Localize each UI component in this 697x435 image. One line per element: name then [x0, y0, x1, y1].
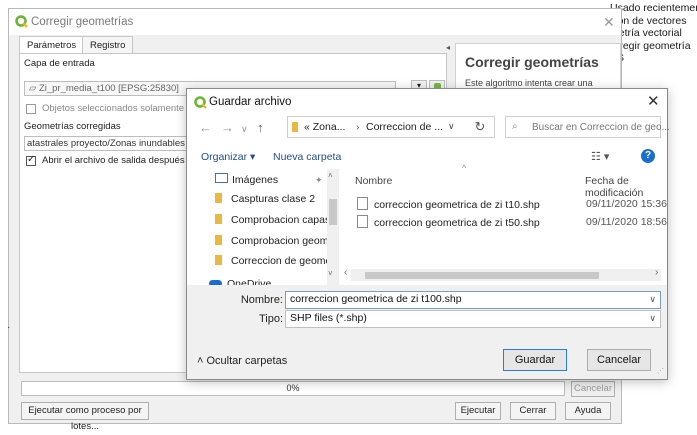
chevron-up-icon: ˄ — [197, 355, 204, 367]
save-dialog-title: Guardar archivo — [209, 96, 292, 108]
selected-only-checkbox[interactable] — [26, 104, 36, 114]
background-item[interactable]: metría vectorial — [610, 27, 697, 40]
organize-menu[interactable]: Organizar ▾ — [201, 151, 255, 163]
help-title: Corregir geometrías — [465, 54, 599, 70]
column-header-name[interactable]: Nombre — [355, 175, 392, 187]
folder-icon — [215, 255, 222, 265]
refresh-icon[interactable]: ↻ — [467, 116, 493, 138]
progress-bar: 0% — [21, 381, 565, 396]
nav-item-folder[interactable]: Correccion de geometr — [215, 255, 333, 275]
breadcrumb-item[interactable]: « Zona... — [304, 121, 345, 133]
address-bar[interactable]: « Zona... › Correccion de ... ∨ — [287, 116, 495, 138]
input-layer-value: Zi_pr_media_t100 [EPSG:25830] — [38, 83, 179, 94]
background-item[interactable]: A — [610, 65, 697, 78]
output-label: Geometrías corregidas — [24, 121, 121, 132]
input-layer-label: Capa de entrada — [24, 58, 95, 69]
close-icon[interactable]: ✕ — [603, 14, 615, 31]
checkmark-icon: ✓ — [27, 154, 36, 165]
background-item[interactable]: orregir geometría — [610, 40, 697, 53]
help-button[interactable]: Ayuda — [565, 402, 611, 420]
nav-item-folder[interactable]: Comprobacion capas ve — [215, 214, 333, 234]
run-button[interactable]: Ejecutar — [455, 402, 501, 420]
sort-indicator-icon: ^ — [462, 163, 467, 173]
search-placeholder: Buscar en Correccion de geo... — [532, 122, 670, 133]
polygon-layer-icon: ▱ — [29, 83, 39, 94]
close-button[interactable]: Cerrar — [510, 402, 556, 420]
nav-item-folder[interactable]: Comprobacion geomet — [215, 235, 333, 255]
search-icon: ⌕ — [512, 121, 518, 132]
type-label: Tipo: — [258, 313, 283, 325]
nav-scroll-thumb[interactable] — [329, 199, 337, 225]
chevron-left-icon[interactable]: ‹ — [344, 267, 347, 278]
pictures-icon — [215, 173, 228, 183]
chevron-down-icon[interactable]: ∨ — [649, 313, 656, 324]
column-header-date[interactable]: Fecha de modificación — [585, 175, 667, 199]
file-row[interactable]: correccion geometrica de zi t10.shp — [357, 197, 540, 215]
nav-item-folder[interactable]: Caspturas clase 2 — [215, 193, 315, 213]
chevron-right-icon[interactable]: › — [655, 267, 658, 278]
back-arrow-icon[interactable]: ← — [199, 120, 212, 135]
breadcrumb-separator-icon: › — [356, 121, 360, 133]
resize-grip-icon[interactable]: ⋰ — [657, 367, 664, 375]
up-arrow-icon[interactable]: ↑ — [257, 120, 264, 135]
background-recent-list: Usado recientemente ción de vectores met… — [610, 2, 697, 77]
chevron-down-icon[interactable]: ˅ — [328, 269, 333, 278]
help-icon[interactable]: ? — [641, 149, 655, 163]
output-path-field[interactable]: atastrales proyecto/Zonas inundables rec… — [24, 136, 194, 151]
folder-icon — [215, 214, 222, 224]
dialog-title: Corregir geometrías — [31, 16, 134, 28]
background-item[interactable]: Usado recientemente — [610, 2, 697, 15]
file-date: 09/11/2020 18:56 — [586, 216, 667, 228]
filename-area: Nombre: correccion geometrica de zi t100… — [187, 285, 667, 379]
file-date: 09/11/2020 15:36 — [586, 198, 667, 210]
background-item[interactable]: ción de vectores — [610, 15, 697, 28]
collapse-help-icon[interactable]: ◂ — [446, 43, 450, 52]
cancel-progress-button[interactable]: Cancelar — [571, 381, 615, 397]
new-folder-button[interactable]: Nueva carpeta — [273, 151, 341, 163]
hscroll-thumb[interactable] — [365, 272, 599, 279]
qgis-logo-icon — [15, 15, 28, 28]
tab-parameters[interactable]: Parámetros — [19, 36, 85, 54]
pin-icon[interactable]: ✦ — [315, 175, 323, 186]
search-input[interactable]: ⌕ Buscar en Correccion de geo... — [505, 116, 670, 138]
chevron-up-icon[interactable]: ˄ — [328, 171, 333, 180]
file-type-select[interactable]: SHP files (*.shp) ∨ — [285, 310, 661, 328]
breadcrumb-item[interactable]: Correccion de ... — [366, 121, 443, 133]
view-options-icon[interactable]: ☷ ▾ — [591, 150, 609, 163]
folder-icon — [215, 235, 222, 245]
file-row[interactable]: correccion geometrica de zi t50.shp — [357, 215, 540, 233]
tab-log[interactable]: Registro — [82, 36, 134, 53]
progress-text: 0% — [286, 383, 300, 393]
background-item[interactable]: SS — [610, 52, 697, 65]
chevron-down-icon[interactable]: ∨ — [649, 294, 656, 305]
background-dot: · — [7, 322, 11, 333]
forward-arrow-icon[interactable]: → — [221, 120, 234, 135]
folder-icon — [292, 122, 298, 132]
file-icon — [357, 215, 368, 228]
batch-process-button[interactable]: Ejecutar como proceso por lotes... — [21, 402, 149, 432]
nav-item-pictures[interactable]: Imágenes — [215, 173, 278, 193]
qgis-logo-icon — [194, 96, 207, 109]
save-file-dialog: Guardar archivo ✕ ← → ∨ ↑ « Zona... › Co… — [186, 88, 670, 380]
file-icon — [357, 197, 368, 210]
folder-icon — [215, 193, 222, 203]
dialog-titlebar: Corregir geometrías ✕ — [9, 9, 621, 35]
close-icon[interactable]: ✕ — [647, 92, 660, 110]
chevron-down-icon[interactable]: ∨ — [448, 121, 455, 132]
cancel-button[interactable]: Cancelar — [587, 349, 651, 371]
filename-input[interactable]: correccion geometrica de zi t100.shp ∨ — [285, 291, 661, 309]
save-button[interactable]: Guardar — [503, 349, 567, 371]
chevron-down-icon[interactable]: ∨ — [241, 124, 248, 135]
filename-label: Nombre: — [240, 294, 283, 306]
hide-folders-toggle[interactable]: ˄ Ocultar carpetas — [197, 355, 287, 367]
open-output-checkbox[interactable]: ✓ — [26, 154, 36, 166]
selected-only-label: Objetos seleccionados solamente — [42, 103, 185, 114]
